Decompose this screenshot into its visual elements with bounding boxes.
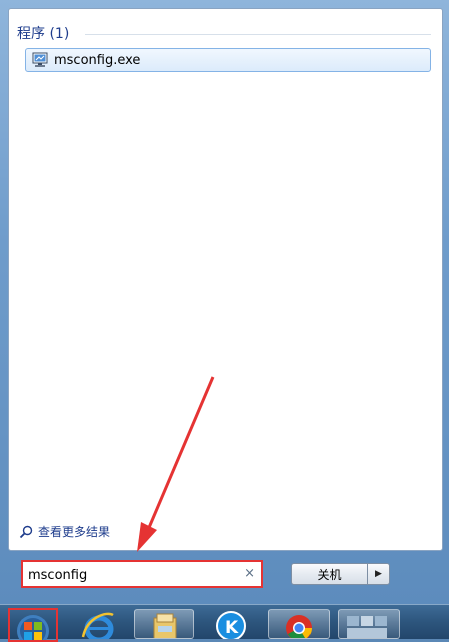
- start-orb-icon: [17, 615, 49, 640]
- result-item-label: msconfig.exe: [54, 52, 141, 68]
- chrome-icon: [286, 615, 313, 638]
- clear-icon[interactable]: ×: [244, 566, 255, 581]
- search-box[interactable]: ×: [21, 560, 263, 588]
- internet-explorer-icon: [81, 612, 114, 639]
- msconfig-monitor-icon: [32, 52, 48, 68]
- taskbar-kugou-button[interactable]: K: [206, 609, 256, 639]
- programs-section-title: 程序 (1): [17, 26, 70, 42]
- see-more-results-link[interactable]: 查看更多结果: [19, 523, 110, 540]
- kugou-icon: K: [216, 611, 246, 639]
- search-icon: [19, 525, 33, 538]
- window-thumbnail-icon: [347, 616, 387, 638]
- shutdown-options-arrow[interactable]: ▶: [367, 563, 390, 585]
- svg-text:K: K: [225, 618, 239, 638]
- start-menu: 程序 (1) msconfig.exe 查看更多结果 msconfig × 关机…: [0, 0, 449, 604]
- section-divider: [85, 34, 431, 35]
- taskbar: K: [0, 604, 449, 642]
- shutdown-button[interactable]: 关机: [291, 563, 367, 585]
- search-input[interactable]: [26, 564, 240, 586]
- search-results-panel: 程序 (1) msconfig.exe 查看更多结果: [8, 8, 443, 551]
- taskbar-explorer-button[interactable]: [134, 609, 194, 639]
- shutdown-group: 关机 ▶: [291, 563, 390, 585]
- file-explorer-icon: [153, 613, 177, 638]
- see-more-label: 查看更多结果: [38, 525, 111, 539]
- taskbar-chrome-button[interactable]: [268, 609, 330, 639]
- start-button[interactable]: [8, 608, 58, 642]
- result-item-msconfig[interactable]: msconfig.exe: [25, 48, 431, 72]
- taskbar-ie-button[interactable]: [72, 609, 122, 639]
- taskbar-window-button[interactable]: [338, 609, 400, 639]
